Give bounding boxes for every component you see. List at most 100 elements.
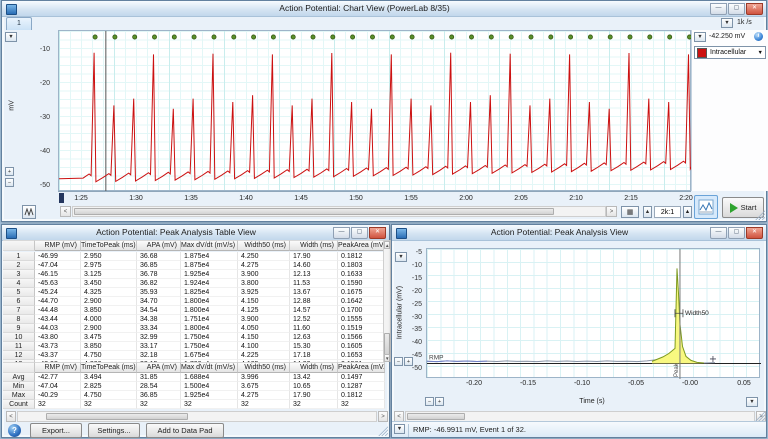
table-cell[interactable]: 34.54 — [137, 306, 181, 315]
row-number-cell[interactable]: 11 — [3, 342, 35, 351]
table-cell[interactable]: 36.78 — [137, 270, 181, 279]
table-cell[interactable]: 0.1803 — [338, 261, 385, 270]
add-to-data-pad-button[interactable]: Add to Data Pad — [146, 423, 224, 438]
sample-rate-label[interactable]: 1k /s — [737, 19, 752, 26]
column-header[interactable]: Width (ms) — [290, 240, 338, 251]
chart-window-titlebar[interactable]: Action Potential: Chart View (PowerLab 8… — [2, 1, 766, 17]
row-number-cell[interactable]: 5 — [3, 288, 35, 297]
table-window-titlebar[interactable]: Action Potential: Peak Analysis Table Vi… — [2, 225, 389, 241]
table-cell[interactable]: 1.925e4 — [181, 270, 238, 279]
table-cell[interactable]: 11.60 — [290, 324, 338, 333]
table-cell[interactable]: 1.751e4 — [181, 315, 238, 324]
table-cell[interactable]: 3.850 — [81, 306, 137, 315]
table-cell[interactable]: 34.70 — [137, 297, 181, 306]
compression-down-icon[interactable]: ▲ — [683, 206, 692, 218]
row-number-cell[interactable]: 9 — [3, 324, 35, 333]
table-cell[interactable]: 1.800e4 — [181, 306, 238, 315]
table-cell[interactable]: 1.875e4 — [181, 252, 238, 261]
table-cell[interactable]: -43.80 — [35, 333, 81, 342]
table-cell[interactable]: 33.17 — [137, 342, 181, 351]
table-cell[interactable]: 3.450 — [81, 279, 137, 288]
table-cell[interactable]: 0.1642 — [338, 297, 385, 306]
table-cell[interactable]: 1.800e4 — [181, 324, 238, 333]
table-cell[interactable]: 4.100 — [238, 342, 290, 351]
table-cell[interactable]: -43.37 — [35, 351, 81, 360]
readout-dropdown-icon[interactable]: ▼ — [694, 32, 706, 42]
table-cell[interactable]: 3.475 — [81, 333, 137, 342]
table-vscroll-down[interactable]: ▼ — [384, 354, 390, 362]
table-cell[interactable]: -43.44 — [35, 315, 81, 324]
table-cell[interactable]: 4.150 — [238, 297, 290, 306]
table-cell[interactable]: 1.924e4 — [181, 279, 238, 288]
table-cell[interactable]: 17.90 — [290, 252, 338, 261]
row-number-cell[interactable]: 12 — [3, 351, 35, 360]
table-cell[interactable]: 32.18 — [137, 351, 181, 360]
table-cell[interactable]: -46.15 — [35, 270, 81, 279]
table-cell[interactable]: 34.38 — [137, 315, 181, 324]
close-button[interactable]: ✕ — [746, 227, 763, 239]
close-button[interactable]: ✕ — [369, 227, 386, 239]
row-number-cell[interactable]: 4 — [3, 279, 35, 288]
table-hscroll-right[interactable]: > — [378, 411, 388, 422]
peak-hscroll-thumb[interactable] — [407, 413, 465, 420]
table-hscroll-track[interactable] — [17, 411, 377, 422]
table-cell[interactable]: 14.60 — [290, 261, 338, 270]
y-zoom-out-button[interactable]: − — [5, 178, 14, 187]
table-cell[interactable]: 11.53 — [290, 279, 338, 288]
close-button[interactable]: ✕ — [746, 3, 763, 15]
peak-y-zoom-out[interactable]: − — [394, 357, 403, 366]
table-cell[interactable]: 0.1566 — [338, 333, 385, 342]
resize-grip[interactable] — [754, 209, 765, 220]
minimize-button[interactable]: — — [710, 227, 727, 239]
column-header[interactable]: TimeToPeak (ms) — [81, 240, 137, 251]
compression-button[interactable]: ▦ — [621, 206, 639, 218]
peak-window-titlebar[interactable]: Action Potential: Peak Analysis View — ▢… — [392, 225, 766, 241]
table-cell[interactable]: -45.63 — [35, 279, 81, 288]
table-cell[interactable]: 13.67 — [290, 288, 338, 297]
table-cell[interactable]: 4.150 — [238, 333, 290, 342]
maximize-button[interactable]: ▢ — [728, 3, 745, 15]
table-cell[interactable]: 1.800e4 — [181, 297, 238, 306]
column-header[interactable]: APA (mV) — [137, 240, 181, 251]
status-dropdown-icon[interactable]: ▼ — [394, 424, 405, 434]
table-cell[interactable]: 3.900 — [238, 270, 290, 279]
table-cell[interactable]: 0.1700 — [338, 306, 385, 315]
rate-dropdown-icon[interactable]: ▼ — [721, 18, 733, 28]
table-cell[interactable]: 0.1675 — [338, 288, 385, 297]
chart-plot-area[interactable] — [58, 30, 691, 191]
peak-x-dropdown-icon[interactable]: ▼ — [746, 397, 758, 407]
table-cell[interactable]: 0.1605 — [338, 342, 385, 351]
table-cell[interactable]: 12.88 — [290, 297, 338, 306]
minimize-button[interactable]: — — [710, 3, 727, 15]
settings-button[interactable]: Settings... — [88, 423, 140, 438]
table-cell[interactable]: 15.30 — [290, 342, 338, 351]
table-cell[interactable]: 33.34 — [137, 324, 181, 333]
table-cell[interactable]: 3.125 — [81, 270, 137, 279]
chart-hscroll-track[interactable] — [72, 206, 606, 217]
table-cell[interactable]: 4.125 — [238, 306, 290, 315]
scroll-left-button[interactable]: < — [60, 206, 71, 217]
peak-x-zoom-out[interactable]: − — [425, 397, 434, 406]
table-hscroll-left[interactable]: < — [6, 411, 16, 422]
row-number-cell[interactable]: 1 — [3, 252, 35, 261]
table-cell[interactable]: 4.275 — [238, 261, 290, 270]
table-cell[interactable]: 4.050 — [238, 324, 290, 333]
scroll-right-button[interactable]: > — [606, 206, 617, 217]
maximize-button[interactable]: ▢ — [728, 227, 745, 239]
column-header[interactable]: Max dV/dt (mV/s) — [181, 240, 238, 251]
table-cell[interactable]: 1.750e4 — [181, 333, 238, 342]
table-body[interactable]: 1-46.992.95036.681.875e44.25017.900.1812… — [3, 252, 385, 362]
compression-up-icon[interactable]: ▲ — [643, 206, 652, 218]
peak-x-zoom-in[interactable]: + — [435, 397, 444, 406]
table-cell[interactable]: 0.1590 — [338, 279, 385, 288]
table-cell[interactable]: 36.85 — [137, 261, 181, 270]
table-cell[interactable]: -43.73 — [35, 342, 81, 351]
table-cell[interactable]: 1.675e4 — [181, 351, 238, 360]
column-header[interactable]: RMP (mV) — [35, 240, 81, 251]
table-cell[interactable]: 0.1555 — [338, 315, 385, 324]
table-cell[interactable]: 0.1653 — [338, 351, 385, 360]
table-cell[interactable]: 3.850 — [81, 342, 137, 351]
column-header[interactable]: PeakArea (mV.s) — [338, 240, 385, 251]
table-cell[interactable]: 3.800 — [238, 279, 290, 288]
export-button[interactable]: Export... — [30, 423, 82, 438]
